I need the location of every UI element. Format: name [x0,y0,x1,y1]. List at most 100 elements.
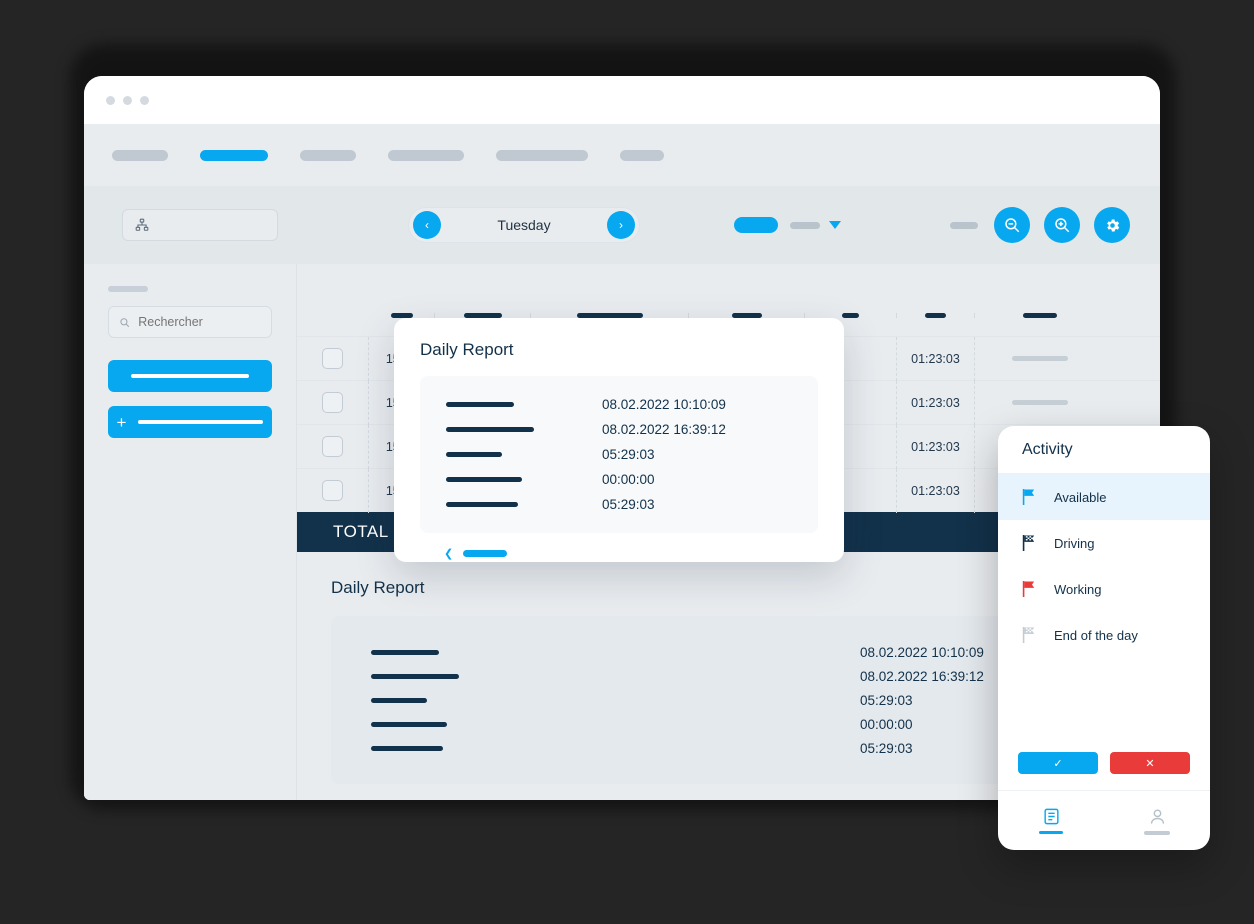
toolbar-dropdown[interactable] [790,221,841,229]
row-checkbox[interactable] [322,480,343,501]
toolbar-secondary-label [950,221,978,229]
row-redacted-cell [1012,356,1068,361]
window-dot-maximize[interactable] [140,95,149,105]
row-duration: 01:23:03 [911,351,960,366]
daily-report-modal: Daily Report 08.02.2022 10:10:09 08.02.2… [394,318,844,562]
nav-profile[interactable] [1104,791,1210,850]
modal-row-value: 05:29:03 [602,497,655,512]
activity-item-driving[interactable]: Driving [998,520,1210,566]
phone-bottom-nav [998,790,1210,850]
nav-records[interactable] [998,791,1104,850]
report-row: 05:29:03 [371,736,1090,760]
cancel-button[interactable]: ✕ [1110,752,1190,774]
window-titlebar [84,76,1160,124]
activity-item-label: Available [1054,489,1107,505]
nav-item-6[interactable] [620,149,664,161]
date-navigator: ‹ Tuesday › [408,207,640,243]
person-icon [1150,808,1164,824]
zoom-out-icon [1005,218,1020,233]
zoom-in-button[interactable] [1044,207,1080,243]
org-chart-icon [135,218,149,231]
sidebar-section-label [108,286,148,292]
modal-row: 05:29:03 [446,492,792,517]
activity-panel-title: Activity [998,426,1210,474]
modal-card: 08.02.2022 10:10:09 08.02.2022 16:39:12 … [420,376,818,533]
window-dot-close[interactable] [106,95,115,105]
nav-profile-label [1144,830,1170,835]
checkered-flag-icon [1022,627,1035,643]
row-duration: 01:23:03 [911,439,960,454]
nav-item-2[interactable] [200,149,268,161]
report-row-label [371,745,443,751]
modal-pager[interactable]: ❮ [420,547,818,560]
search-box[interactable] [108,306,272,338]
row-checkbox[interactable] [322,436,343,457]
modal-row-label [446,452,502,457]
org-selector[interactable] [122,209,278,241]
report-row: 05:29:03 [371,688,1090,712]
toolbar: ‹ Tuesday › [84,186,1160,264]
date-next-button[interactable]: › [607,211,635,239]
nav-item-3[interactable] [300,149,356,161]
checkered-flag-icon [1022,535,1035,551]
report-row-label [371,721,447,727]
pager-page-indicator[interactable] [463,550,508,557]
modal-row: 08.02.2022 16:39:12 [446,417,792,442]
plus-icon: + [116,412,127,432]
sidebar-add-button-label [138,420,264,424]
confirm-button[interactable]: ✓ [1018,752,1098,774]
modal-title: Daily Report [420,340,514,359]
modal-row-value: 08.02.2022 10:10:09 [602,397,726,412]
search-icon [120,317,130,327]
activity-item-label: Working [1054,581,1102,597]
modal-row-value: 05:29:03 [602,447,655,462]
sidebar-add-button[interactable]: + [108,406,272,438]
sidebar: + [84,264,296,800]
list-icon [1043,808,1059,825]
activity-list: Available Driving Working End of the day [998,474,1210,752]
main-nav [84,124,1160,186]
modal-row: 00:00:00 [446,467,792,492]
modal-row-label [446,427,534,432]
activity-panel: Activity Available Driving Working End o… [998,426,1210,850]
modal-row-label [446,477,522,482]
zoom-out-button[interactable] [994,207,1030,243]
activity-item-label: End of the day [1054,627,1138,643]
modal-row: 05:29:03 [446,442,792,467]
activity-item-end-of-day[interactable]: End of the day [998,612,1210,658]
row-checkbox[interactable] [322,348,343,369]
modal-row-label [446,502,518,507]
zoom-in-icon [1055,218,1070,233]
row-checkbox[interactable] [322,392,343,413]
date-label: Tuesday [497,217,551,233]
row-duration: 01:23:03 [911,395,960,410]
column-header-6[interactable] [897,313,975,318]
window-dot-minimize[interactable] [123,95,132,105]
chevron-left-icon[interactable]: ❮ [444,547,453,560]
date-prev-button[interactable]: ‹ [413,211,441,239]
report-row: 08.02.2022 10:10:09 [371,640,1090,664]
toolbar-primary-pill[interactable] [734,217,778,233]
modal-row: 08.02.2022 10:10:09 [446,392,792,417]
sidebar-primary-button-label [131,374,249,378]
activity-item-available[interactable]: Available [998,474,1210,520]
report-row-label [371,673,459,679]
total-label: TOTAL : [333,522,399,541]
column-header-7[interactable] [975,313,1105,318]
report-row: 00:00:00 [371,712,1090,736]
gear-icon [1106,218,1119,232]
modal-row-value: 08.02.2022 16:39:12 [602,422,726,437]
settings-button[interactable] [1094,207,1130,243]
row-duration: 01:23:03 [911,483,960,498]
search-input[interactable] [138,315,261,329]
report-row: 08.02.2022 16:39:12 [371,664,1090,688]
sidebar-primary-button[interactable] [108,360,272,392]
activity-item-working[interactable]: Working [998,566,1210,612]
toolbar-actions [994,207,1130,243]
nav-active-indicator [1039,831,1063,834]
nav-item-4[interactable] [388,149,464,161]
nav-item-5[interactable] [496,149,588,161]
activity-item-label: Driving [1054,535,1095,551]
nav-item-1[interactable] [112,149,168,161]
activity-actions: ✓ ✕ [998,752,1210,790]
